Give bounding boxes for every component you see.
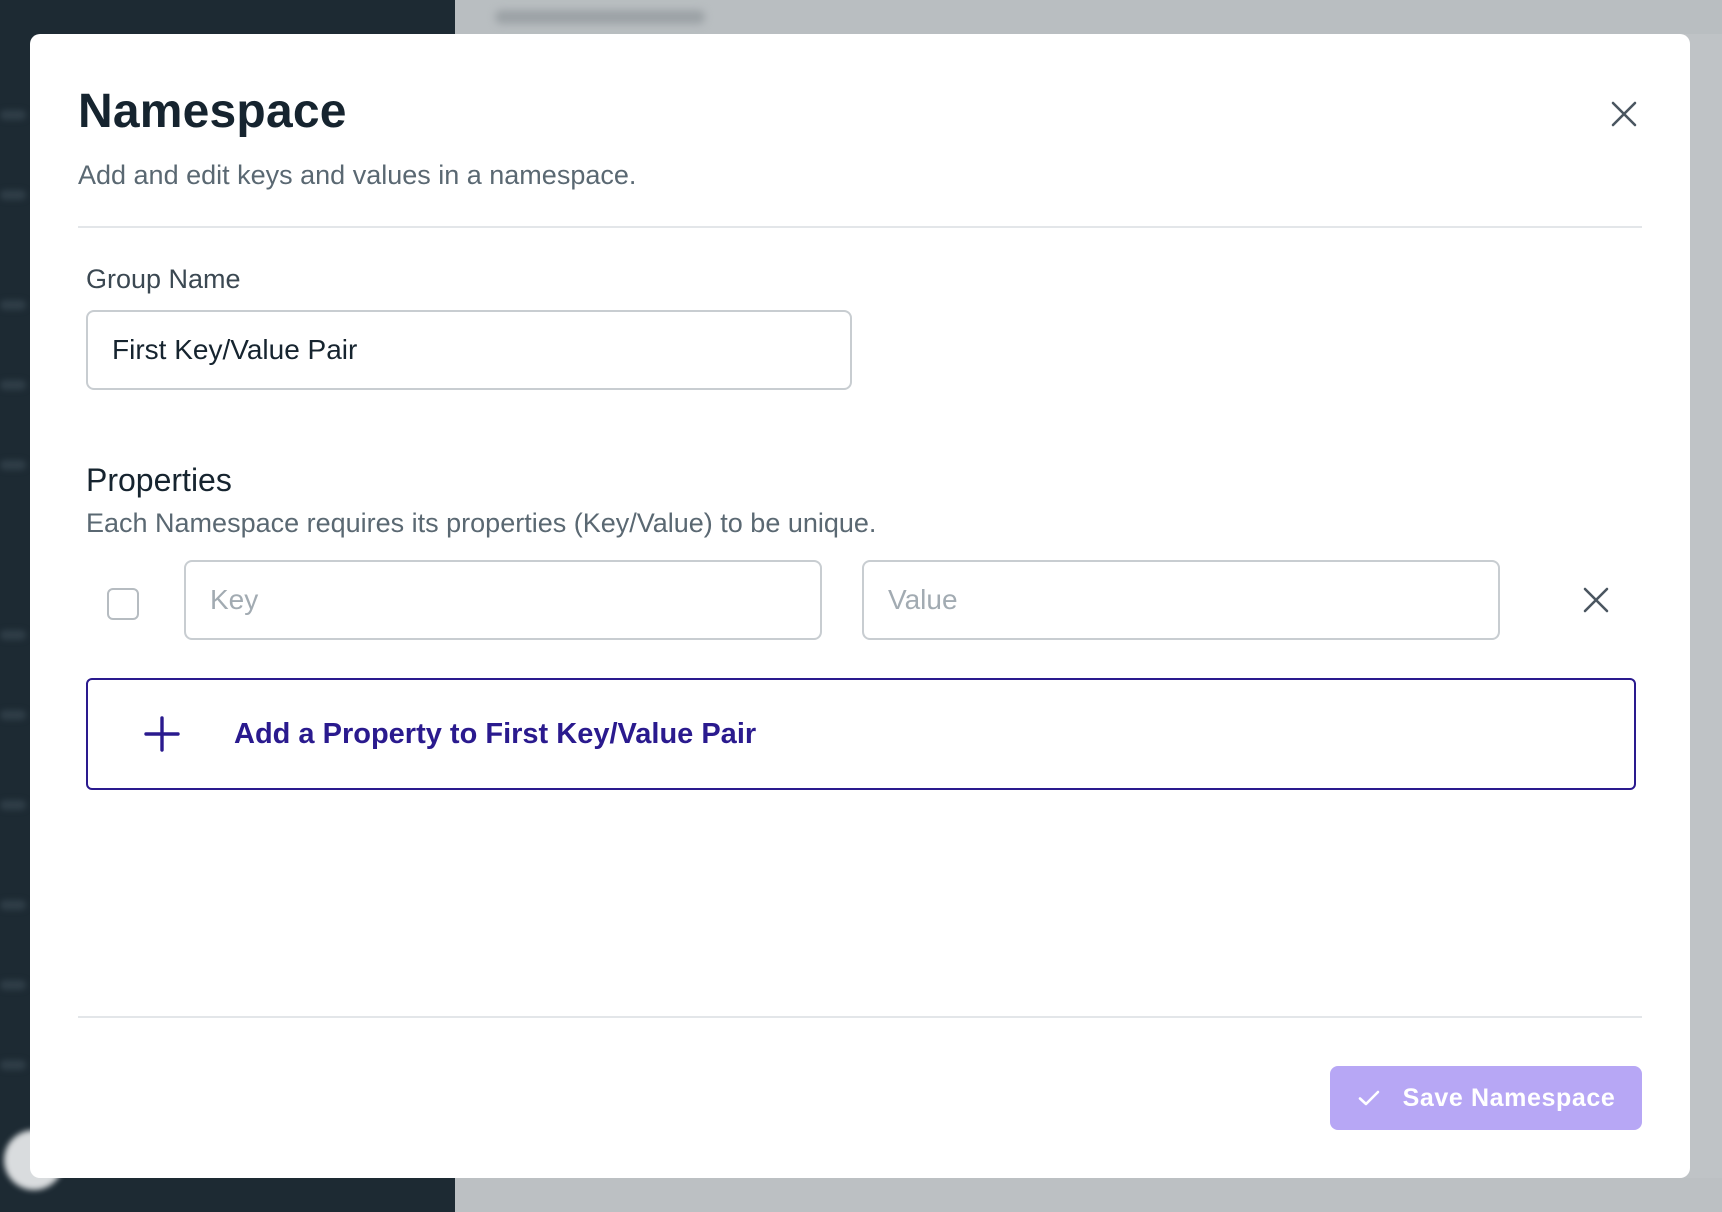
save-namespace-button[interactable]: Save Namespace [1330, 1066, 1642, 1130]
footer-divider [78, 1016, 1642, 1018]
properties-title: Properties [86, 462, 232, 498]
remove-property-button[interactable] [1576, 580, 1616, 620]
group-name-label: Group Name [86, 264, 241, 294]
namespace-modal: Namespace Add and edit keys and values i… [30, 34, 1690, 1178]
modal-header: Namespace Add and edit keys and values i… [78, 34, 1642, 228]
plus-icon [144, 716, 180, 752]
save-namespace-label: Save Namespace [1402, 1083, 1616, 1112]
group-name-input[interactable] [86, 310, 852, 390]
properties-description: Each Namespace requires its properties (… [86, 508, 877, 538]
property-value-input[interactable] [862, 560, 1500, 640]
property-key-input[interactable] [184, 560, 822, 640]
close-icon [1611, 101, 1637, 127]
background-topbar [455, 0, 1722, 34]
close-button[interactable] [1606, 96, 1642, 132]
add-property-label: Add a Property to First Key/Value Pair [234, 717, 757, 750]
check-icon [1358, 1090, 1379, 1106]
background-bottom [455, 1178, 1722, 1212]
property-row-checkbox[interactable] [107, 588, 139, 620]
modal-title: Namespace [78, 85, 347, 138]
add-property-button[interactable]: Add a Property to First Key/Value Pair [86, 678, 1636, 790]
modal-subtitle: Add and edit keys and values in a namesp… [78, 160, 637, 190]
close-icon [1583, 587, 1609, 613]
